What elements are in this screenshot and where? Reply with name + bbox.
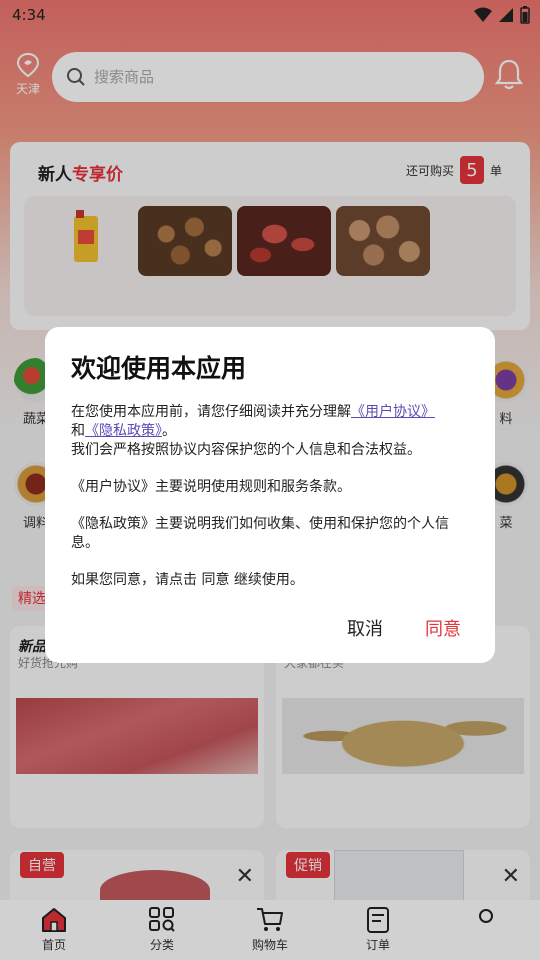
dialog-intro-paragraph: 在您使用本应用前，请您仔细阅读并充分理解《用户协议》和《隐私政策》。我们会严格按…	[71, 403, 471, 460]
privacy-consent-dialog: 欢迎使用本应用 在您使用本应用前，请您仔细阅读并充分理解《用户协议》 和《隐私政策…	[45, 327, 495, 663]
privacy-policy-description: 《隐私政策》主要说明我们如何收集、使用和保护您的个人信息。	[71, 516, 449, 551]
privacy-policy-link[interactable]: 《隐私政策》	[85, 423, 162, 439]
dialog-period: 。	[162, 423, 176, 439]
user-agreement-link[interactable]: 《用户协议》	[351, 404, 435, 420]
agree-button[interactable]: 同意	[425, 615, 461, 641]
consent-instruction: 如果您同意，请点击 同意 继续使用。	[71, 572, 304, 588]
dialog-and-text: 和	[71, 423, 85, 439]
dialog-promise-text: 我们会严格按照协议内容保护您的个人信息和合法权益。	[71, 442, 421, 458]
dialog-body: 在您使用本应用前，请您仔细阅读并充分理解《用户协议》和《隐私政策》。我们会严格按…	[71, 403, 471, 608]
user-agreement-description: 《用户协议》主要说明使用规则和服务条款。	[71, 479, 351, 495]
dialog-title: 欢迎使用本应用	[71, 354, 247, 383]
cancel-button[interactable]: 取消	[347, 615, 383, 641]
dialog-intro-text: 在您使用本应用前，请您仔细阅读并充分理解	[71, 404, 351, 420]
